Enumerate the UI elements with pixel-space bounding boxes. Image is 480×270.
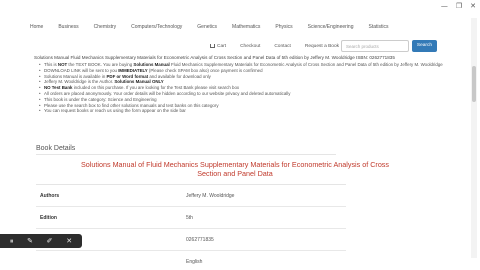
bold-text: Solutions Manual ONLY: [114, 79, 164, 85]
shop-bar: Cart Checkout Contact Request a Book Sea…: [210, 40, 440, 52]
request-book-link[interactable]: Request a Book: [305, 44, 339, 49]
row-key: Authors: [40, 192, 60, 199]
cart-link[interactable]: Cart: [210, 44, 226, 49]
pause-icon[interactable]: ⏸: [10, 234, 14, 248]
bold-text: Solutions Manual: [133, 62, 170, 67]
bold-text: NO Test Bank: [44, 85, 73, 91]
text: Jeffery M. Wooldridge: [44, 79, 88, 85]
table-row: Authors Jeffery M. Wooldridge: [36, 185, 346, 207]
book-details-heading: Book Details: [36, 145, 76, 152]
nav-statistics[interactable]: Statistics: [368, 24, 388, 30]
description-list: This is NOT the TEXT BOOK. You are buyin…: [34, 62, 468, 114]
row-value: 5th: [186, 214, 193, 221]
contact-link[interactable]: Contact: [274, 44, 291, 49]
nav-mathematics[interactable]: Mathematics: [232, 24, 260, 30]
text: This book is under the category: Science…: [44, 96, 157, 102]
book-title: Solutions Manual of Fluid Mechanics Supp…: [81, 160, 389, 178]
cart-icon: [210, 44, 215, 48]
nav-physics[interactable]: Physics: [275, 24, 292, 30]
bold-text: IMMEDIATELY: [118, 67, 148, 73]
divider: [36, 154, 336, 155]
text: is the Author.: [87, 79, 115, 85]
text: This is: [44, 62, 58, 67]
search-button[interactable]: Search: [412, 40, 437, 52]
close-toolbar-icon[interactable]: ✕: [66, 234, 72, 248]
details-table: Authors Jeffery M. Wooldridge Edition 5t…: [36, 184, 346, 270]
text: included on this purchase. If you are lo…: [72, 85, 240, 91]
cart-label: Cart: [217, 43, 227, 49]
pen-icon[interactable]: ✎: [27, 234, 33, 248]
text: You can request books or reach us using …: [44, 108, 186, 114]
window-controls: — ❐ ✕: [441, 2, 476, 10]
row-key: Edition: [40, 214, 57, 221]
nav-science[interactable]: Science/Engineering: [308, 24, 354, 30]
nav-business[interactable]: Business: [58, 24, 78, 30]
product-description: Solutions Manual Fluid Mechanics Supplem…: [34, 55, 468, 114]
table-row: English: [36, 251, 346, 270]
text: DOWNLOAD LINK will be sent to you: [44, 67, 119, 73]
nav-computers[interactable]: Computers/Technology: [131, 24, 182, 30]
row-value: English: [186, 258, 203, 265]
scrollbar[interactable]: [471, 18, 477, 258]
browser-window: — ❐ ✕ Home Business Chemistry Computers/…: [0, 0, 480, 270]
list-item: You can request books or reach us using …: [39, 108, 468, 114]
table-row: ISBN(Text Book) 0262771835: [36, 229, 346, 251]
checkout-link[interactable]: Checkout: [240, 44, 260, 49]
text: Solutions Manual is available in: [44, 73, 107, 79]
highlighter-icon[interactable]: ✐: [47, 234, 53, 248]
bold-text: PDF or Word format: [106, 73, 149, 79]
restore-icon[interactable]: ❐: [456, 2, 462, 10]
search-input[interactable]: Search products: [341, 40, 409, 52]
text: and available for download only: [148, 73, 211, 79]
bold-text: NOT: [57, 62, 68, 67]
text: All orders are placed anonymously. Your …: [44, 90, 291, 96]
description-intro: Solutions Manual Fluid Mechanics Supplem…: [34, 55, 395, 60]
category-nav: Home Business Chemistry Computers/Techno…: [30, 24, 470, 30]
minimize-icon[interactable]: —: [441, 2, 448, 10]
nav-chemistry[interactable]: Chemistry: [94, 24, 117, 30]
text: Please use the search box to find other …: [44, 102, 219, 108]
nav-genetics[interactable]: Genetics: [197, 24, 217, 30]
nav-home[interactable]: Home: [30, 24, 43, 30]
scroll-thumb[interactable]: [472, 66, 476, 102]
text: (Please check SPAM box also) once paymen…: [147, 67, 263, 73]
close-icon[interactable]: ✕: [470, 2, 476, 10]
text: the TEXT BOOK. You are buying: [67, 62, 134, 67]
row-value: 0262771835: [186, 236, 214, 243]
text: Fluid Mechanics Supplementary Materials …: [169, 62, 443, 67]
row-value: Jeffery M. Wooldridge: [186, 192, 235, 199]
table-row: Edition 5th: [36, 207, 346, 229]
annotation-toolbar: ⏸ ✎ ✐ ✕: [0, 234, 82, 248]
